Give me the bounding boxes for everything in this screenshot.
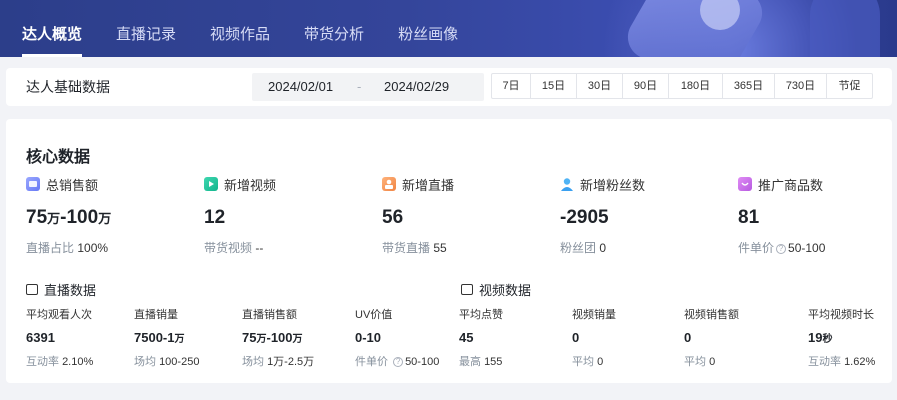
live-sales-amount: 直播销售额 75万-100万 场均 1万-2.5万 bbox=[242, 309, 315, 368]
metric-value: 75万-100万 bbox=[26, 207, 112, 228]
quick-range-group: 7日 15日 30日 90日 180日 365日 730日 节促 bbox=[491, 73, 873, 99]
tab-live-records[interactable]: 直播记录 bbox=[116, 0, 176, 57]
metric-label: 新增直播 bbox=[402, 177, 455, 193]
live-sales-volume: 直播销量 7500-1万 场均 100-250 bbox=[134, 309, 200, 368]
range-180d-button[interactable]: 180日 bbox=[669, 74, 723, 98]
banner-decoration bbox=[810, 0, 880, 57]
video-avg-duration: 平均视频时长 19秒 互动率 1.62% bbox=[808, 309, 876, 368]
tab-overview[interactable]: 达人概览 bbox=[22, 0, 83, 57]
metric-value: -2905 bbox=[560, 207, 609, 228]
video-sales-amount: 视频销售额 0 平均 0 bbox=[684, 309, 739, 368]
date-separator: - bbox=[357, 79, 362, 94]
metric-value: 12 bbox=[204, 207, 226, 228]
metric-label: 推广商品数 bbox=[758, 177, 824, 193]
range-730d-button[interactable]: 730日 bbox=[775, 74, 827, 98]
core-data-card: 核心数据 总销售额 75万-100万 直播占比 100% 新增视频 12 带货视… bbox=[6, 119, 892, 383]
live-data-section-title: 直播数据 bbox=[26, 280, 96, 299]
filter-bar: 达人基础数据 2024/02/01 - 2024/02/29 7日 15日 30… bbox=[6, 68, 892, 106]
live-avg-viewers: 平均观看人次 6391 互动率 2.10% bbox=[26, 309, 94, 368]
live-icon bbox=[382, 177, 396, 191]
metric-sub: 直播占比 100% bbox=[26, 241, 109, 255]
live-screen-icon bbox=[26, 284, 38, 295]
wallet-icon bbox=[26, 177, 40, 191]
range-365d-button[interactable]: 365日 bbox=[723, 74, 775, 98]
metric-new-lives: 新增直播 56 带货直播 55 bbox=[382, 176, 552, 256]
video-sales-volume: 视频销量 0 平均 0 bbox=[572, 309, 616, 368]
metric-new-fans: 新增粉丝数 -2905 粉丝团 0 bbox=[560, 176, 730, 256]
metric-value: 81 bbox=[738, 207, 760, 228]
metric-promoted-goods: 推广商品数 81 件单价? 50-100 bbox=[738, 176, 897, 256]
range-15d-button[interactable]: 15日 bbox=[531, 74, 577, 98]
shop-bag-icon bbox=[738, 177, 752, 191]
help-icon[interactable]: ? bbox=[393, 357, 404, 367]
metric-sub: 带货直播 55 bbox=[382, 241, 447, 255]
live-uv-value: UV价值 0-10 件单价 ? 50-100 bbox=[355, 309, 440, 368]
metric-label: 总销售额 bbox=[46, 177, 99, 193]
range-7d-button[interactable]: 7日 bbox=[492, 74, 531, 98]
tab-sales-analysis[interactable]: 带货分析 bbox=[304, 0, 364, 57]
date-range-picker[interactable]: 2024/02/01 - 2024/02/29 bbox=[252, 73, 484, 101]
metric-new-videos: 新增视频 12 带货视频 -- bbox=[204, 176, 374, 256]
metric-total-sales: 总销售额 75万-100万 直播占比 100% bbox=[26, 176, 196, 256]
core-data-title: 核心数据 bbox=[26, 149, 91, 166]
metric-label: 新增粉丝数 bbox=[580, 177, 646, 193]
user-icon bbox=[560, 177, 574, 191]
help-icon[interactable]: ? bbox=[776, 244, 787, 254]
video-avg-likes: 平均点赞 45 最高 155 bbox=[459, 309, 503, 368]
metric-sub: 件单价? 50-100 bbox=[738, 241, 826, 255]
metric-sub: 带货视频 -- bbox=[204, 241, 264, 255]
top-banner: 达人概览 直播记录 视频作品 带货分析 粉丝画像 bbox=[0, 0, 897, 57]
main-tabs: 达人概览 直播记录 视频作品 带货分析 粉丝画像 bbox=[22, 0, 492, 57]
end-date[interactable]: 2024/02/29 bbox=[384, 73, 449, 101]
range-festival-button[interactable]: 节促 bbox=[827, 74, 872, 98]
tab-video-works[interactable]: 视频作品 bbox=[210, 0, 270, 57]
tab-fan-profile[interactable]: 粉丝画像 bbox=[398, 0, 458, 57]
metric-sub: 粉丝团 0 bbox=[560, 241, 607, 255]
video-data-section-title: 视频数据 bbox=[461, 280, 531, 299]
filter-title: 达人基础数据 bbox=[26, 79, 110, 95]
video-icon bbox=[204, 177, 218, 191]
metric-label: 新增视频 bbox=[224, 177, 277, 193]
video-grid-icon bbox=[461, 284, 473, 295]
range-90d-button[interactable]: 90日 bbox=[623, 74, 669, 98]
metric-value: 56 bbox=[382, 207, 404, 228]
start-date[interactable]: 2024/02/01 bbox=[268, 73, 333, 101]
range-30d-button[interactable]: 30日 bbox=[577, 74, 623, 98]
